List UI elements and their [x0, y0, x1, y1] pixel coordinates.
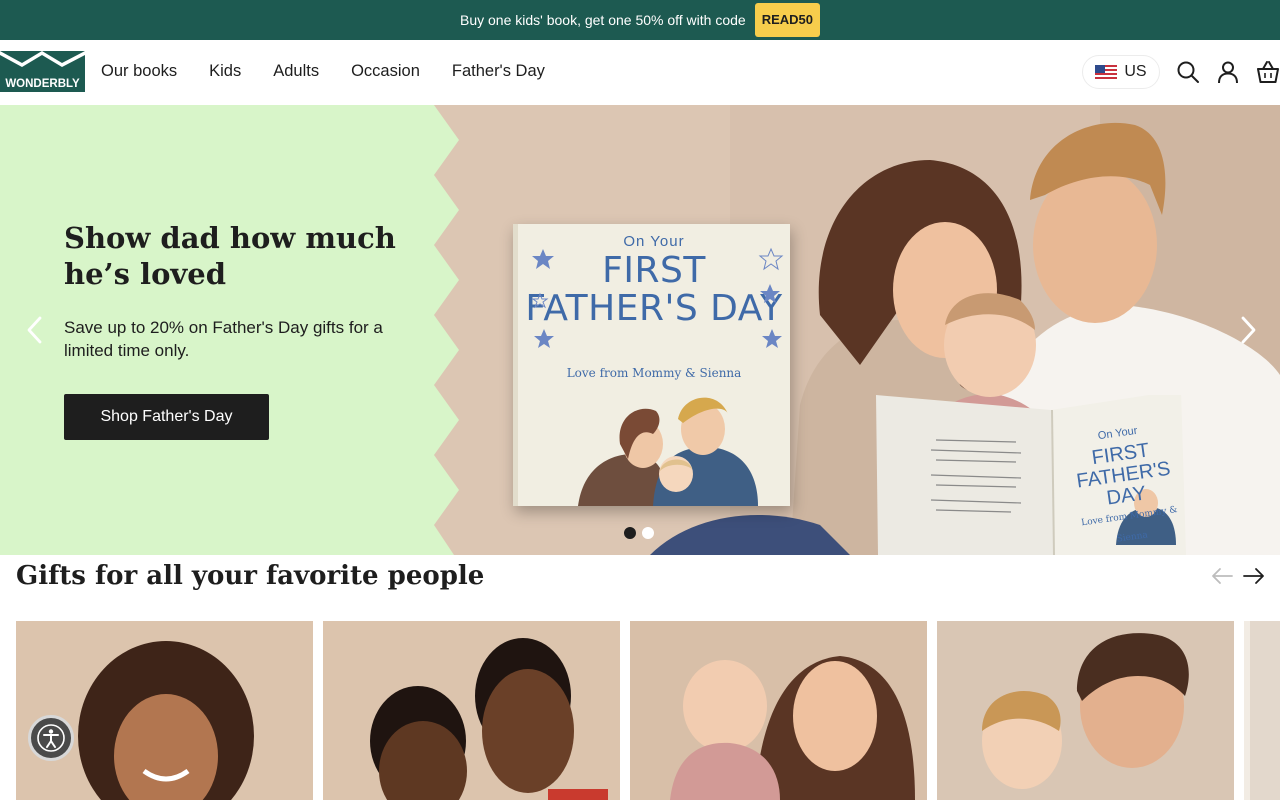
promo-code-badge: READ50	[754, 3, 820, 37]
gift-card-brothers[interactable]	[323, 621, 620, 800]
open-book-heading: FIRST FATHER'S DAY	[1075, 439, 1172, 510]
search-icon[interactable]	[1176, 60, 1200, 84]
book-cover-dedication: Love from Mommy & Sienna	[566, 366, 742, 380]
gift-card-partial[interactable]	[1244, 621, 1280, 800]
logo-text: WONDERBLY	[5, 78, 80, 90]
locale-selector[interactable]: US	[1082, 55, 1160, 89]
gift-card-girl[interactable]	[16, 621, 313, 800]
accessibility-button[interactable]	[28, 715, 74, 761]
hero-carousel: Show dad how much he’s loved Save up to …	[0, 105, 1280, 555]
open-book-title: On Your FIRST FATHER'S DAY Love from Mom…	[1064, 416, 1187, 555]
carousel-dot-1[interactable]	[624, 527, 636, 539]
book-cover-illustration	[578, 397, 758, 506]
promo-bar: Buy one kids' book, get one 50% off with…	[0, 0, 1280, 40]
site-header: WONDERBLY Our books Kids Adults Occasion…	[0, 40, 1280, 105]
carousel-dot-2[interactable]	[642, 527, 654, 539]
book-stars-left-icon	[531, 249, 554, 348]
nav-our-books[interactable]: Our books	[101, 62, 177, 81]
nav-fathers-day[interactable]: Father's Day	[452, 62, 545, 81]
shop-fathers-day-button[interactable]: Shop Father's Day	[64, 394, 269, 440]
wonderbly-logo[interactable]: WONDERBLY	[0, 51, 85, 92]
nav-kids[interactable]: Kids	[209, 62, 241, 81]
nav-occasion[interactable]: Occasion	[351, 62, 420, 81]
book-cover-title: FIRST FATHER'S DAY	[525, 250, 783, 329]
book-stars-right-icon	[758, 247, 784, 348]
account-icon[interactable]	[1216, 60, 1240, 84]
section-title: Gifts for all your favorite people	[16, 561, 485, 591]
carousel-next-arrow-icon[interactable]	[1237, 315, 1259, 345]
carousel-prev-arrow-icon[interactable]	[24, 315, 46, 345]
accessibility-icon	[37, 724, 65, 752]
main-nav: Our books Kids Adults Occasion Father's …	[101, 40, 545, 103]
section-next-arrow-icon[interactable]	[1242, 566, 1266, 586]
locale-label: US	[1124, 63, 1147, 80]
hero-subtitle: Save up to 20% on Father's Day gifts for…	[64, 318, 383, 360]
hero-title: Show dad how much he’s loved	[64, 221, 396, 291]
gift-card-father-son[interactable]	[937, 621, 1234, 800]
promo-text: Buy one kids' book, get one 50% off with…	[459, 12, 746, 28]
gift-category-carousel	[16, 621, 1280, 800]
us-flag-icon	[1095, 65, 1118, 79]
book-cover-first-fathers-day: On Your FIRST FATHER'S DAY Love from Mom…	[513, 224, 790, 506]
book-cover-kicker: On Your	[623, 233, 685, 250]
nav-adults[interactable]: Adults	[273, 62, 319, 81]
carousel-dots	[624, 527, 654, 539]
gift-card-mother-baby[interactable]	[630, 621, 927, 800]
basket-icon[interactable]	[1256, 60, 1280, 84]
section-prev-arrow-icon[interactable]	[1210, 566, 1234, 586]
